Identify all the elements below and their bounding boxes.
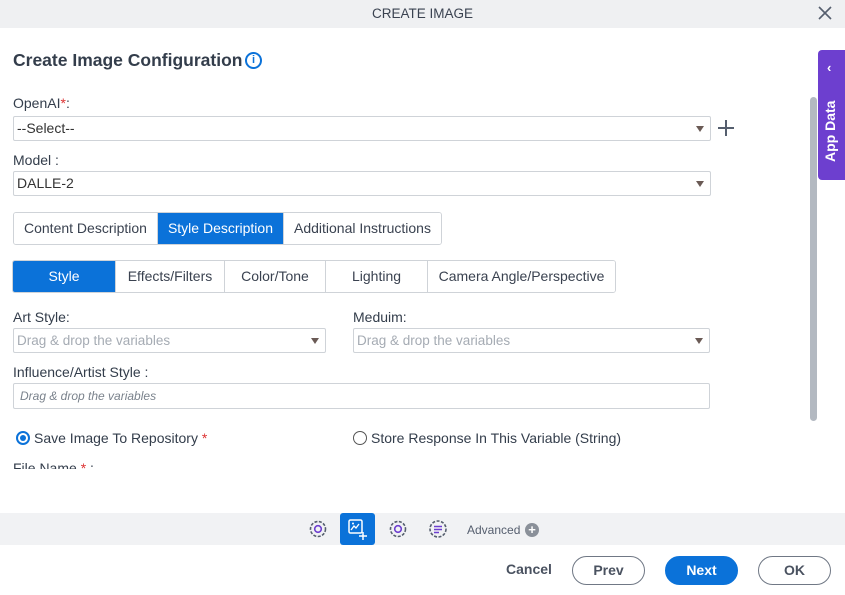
caret-down-icon (696, 126, 704, 132)
tab-additional-instructions[interactable]: Additional Instructions (284, 213, 441, 244)
image-add-icon (348, 519, 367, 540)
subtab-lighting[interactable]: Lighting (326, 261, 428, 292)
file-name-label: File Name * : (13, 460, 94, 469)
save-repository-radio[interactable] (16, 431, 30, 445)
app-data-label: App Data (822, 100, 838, 162)
dialog-title: CREATE IMAGE (371, 6, 473, 21)
openai-select-value: --Select-- (17, 120, 75, 136)
openai-select[interactable]: --Select-- (13, 116, 711, 141)
settings-list-icon[interactable] (425, 516, 451, 542)
save-repository-label[interactable]: Save Image To Repository * (34, 430, 207, 446)
create-image-tool-button[interactable] (340, 513, 375, 545)
art-style-placeholder: Drag & drop the variables (17, 333, 171, 348)
store-variable-radio[interactable] (353, 431, 367, 445)
caret-down-icon (696, 181, 704, 187)
add-icon[interactable] (718, 120, 734, 136)
tab-style-description[interactable]: Style Description (157, 213, 284, 244)
subtab-camera-angle[interactable]: Camera Angle/Perspective (428, 261, 615, 292)
dialog-title-bar: CREATE IMAGE (0, 0, 845, 28)
ok-button[interactable]: OK (758, 556, 831, 585)
primary-tabs: Content Description Style Description Ad… (13, 212, 442, 245)
influence-label: Influence/Artist Style : (13, 364, 149, 380)
influence-input[interactable]: Drag & drop the variables (13, 383, 710, 409)
next-button[interactable]: Next (665, 556, 738, 585)
info-icon[interactable]: i (245, 52, 262, 69)
page-title: Create Image Configuration (13, 50, 243, 70)
bottom-toolbar: Advanced + (0, 513, 845, 545)
advanced-link[interactable]: Advanced (467, 523, 520, 537)
subtab-color-tone[interactable]: Color/Tone (225, 261, 326, 292)
cancel-button[interactable]: Cancel (500, 556, 558, 585)
art-style-select[interactable]: Drag & drop the variables (13, 328, 326, 353)
tab-content-description[interactable]: Content Description (14, 213, 158, 244)
style-subtabs: Style Effects/Filters Color/Tone Lightin… (12, 260, 616, 293)
plus-circle-icon[interactable]: + (525, 523, 539, 537)
prev-button[interactable]: Prev (572, 556, 645, 585)
store-variable-label[interactable]: Store Response In This Variable (String) (371, 430, 621, 446)
settings-gear-icon-2[interactable] (385, 516, 411, 542)
subtab-style[interactable]: Style (13, 261, 116, 292)
app-data-panel-toggle[interactable]: ‹ App Data (818, 50, 845, 180)
close-icon[interactable] (817, 5, 833, 21)
settings-gear-icon[interactable] (305, 516, 331, 542)
subtab-effects-filters[interactable]: Effects/Filters (116, 261, 225, 292)
vertical-scrollbar[interactable] (810, 97, 817, 421)
model-select-value: DALLE-2 (17, 175, 74, 191)
medium-label: Meduim: (353, 309, 407, 325)
medium-select[interactable]: Drag & drop the variables (353, 328, 710, 353)
model-select[interactable]: DALLE-2 (13, 171, 711, 196)
chevron-left-icon: ‹ (827, 60, 832, 75)
medium-placeholder: Drag & drop the variables (357, 333, 511, 348)
caret-down-icon (695, 338, 703, 344)
model-label: Model : (13, 152, 59, 168)
caret-down-icon (311, 338, 319, 344)
art-style-label: Art Style: (13, 309, 70, 325)
openai-label: OpenAI*: (13, 95, 70, 111)
